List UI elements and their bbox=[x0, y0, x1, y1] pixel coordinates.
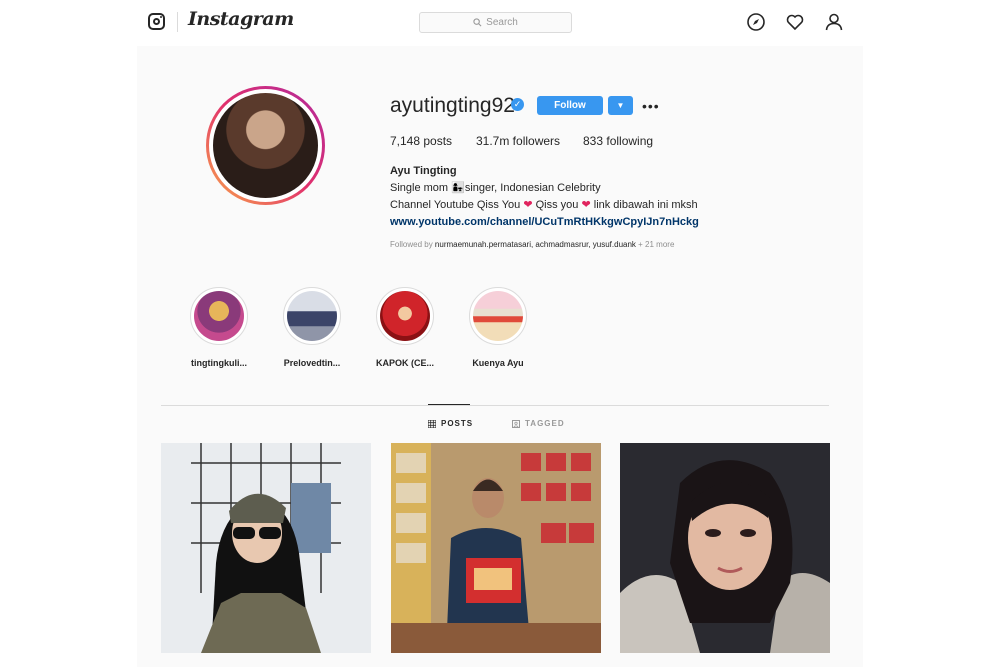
tab-tagged[interactable]: TAGGED bbox=[512, 419, 565, 428]
posts-count: 7,148 posts bbox=[390, 134, 453, 148]
profile-full-name: Ayu Tingting bbox=[390, 165, 457, 177]
bio-line-1: Single mom 👩‍👧singer, Indonesian Celebri… bbox=[390, 182, 601, 194]
highlight-label: Prelovedtin... bbox=[283, 358, 341, 368]
instagram-wordmark[interactable]: Instagram bbox=[188, 8, 294, 30]
active-tab-indicator bbox=[428, 404, 470, 405]
suggestions-dropdown-button[interactable]: ▼ bbox=[608, 96, 633, 115]
tab-posts-label: POSTS bbox=[441, 419, 474, 428]
instagram-logo-icon[interactable] bbox=[148, 13, 165, 30]
post-image bbox=[391, 443, 601, 653]
search-placeholder: Search bbox=[486, 17, 518, 28]
heart-emoji-icon: ❤ bbox=[523, 199, 533, 211]
search-input[interactable]: Search bbox=[419, 12, 572, 33]
post-thumbnail[interactable] bbox=[161, 443, 371, 653]
tab-tagged-label: TAGGED bbox=[525, 419, 565, 428]
mutual-followers[interactable]: nurmaemunah.permatasari, achmadmasrur, y… bbox=[435, 240, 636, 249]
verified-badge-icon: ✓ bbox=[511, 98, 524, 111]
highlight-label: Kuenya Ayu bbox=[472, 358, 524, 368]
profile-bio: Ayu Tingting Single mom 👩‍👧singer, Indon… bbox=[390, 163, 699, 231]
followers-count[interactable]: 31.7m followers bbox=[476, 134, 560, 148]
story-highlight[interactable]: tingtingkuli... bbox=[179, 287, 259, 368]
story-highlight[interactable]: Prelovedtin... bbox=[272, 287, 352, 368]
grid-icon bbox=[428, 419, 436, 428]
profile-avatar[interactable] bbox=[206, 86, 325, 205]
profile-icon[interactable] bbox=[824, 12, 844, 32]
bio-line-2: Channel Youtube Qiss You ❤ Qiss you ❤ li… bbox=[390, 199, 698, 211]
heart-icon[interactable] bbox=[785, 12, 805, 32]
top-bar: Instagram Search bbox=[0, 0, 1000, 46]
post-image bbox=[620, 443, 830, 653]
search-icon bbox=[473, 18, 482, 27]
follow-button[interactable]: Follow bbox=[537, 96, 603, 115]
heart-emoji-icon: ❤ bbox=[581, 199, 591, 211]
following-count[interactable]: 833 following bbox=[583, 134, 653, 148]
tabs-divider bbox=[161, 405, 829, 406]
post-thumbnail[interactable] bbox=[620, 443, 830, 653]
tagged-icon bbox=[512, 419, 520, 428]
highlight-label: KAPOK (CE... bbox=[375, 358, 434, 368]
post-image bbox=[161, 443, 371, 653]
followed-by-text[interactable]: Followed by nurmaemunah.permatasari, ach… bbox=[390, 240, 674, 249]
tab-posts[interactable]: POSTS bbox=[428, 419, 473, 428]
compass-icon[interactable] bbox=[746, 12, 766, 32]
story-highlight[interactable]: KAPOK (CE... bbox=[365, 287, 445, 368]
story-highlight[interactable]: Kuenya Ayu bbox=[458, 287, 538, 368]
profile-username: ayutingting92 bbox=[390, 94, 515, 117]
avatar-photo bbox=[213, 93, 318, 198]
bio-website-link[interactable]: www.youtube.com/channel/UCuTmRtHKkgwCpyI… bbox=[390, 214, 699, 231]
more-options-icon[interactable]: ••• bbox=[642, 96, 659, 115]
post-thumbnail[interactable] bbox=[391, 443, 601, 653]
highlight-label: tingtingkuli... bbox=[191, 358, 247, 368]
logo-divider bbox=[177, 12, 178, 32]
